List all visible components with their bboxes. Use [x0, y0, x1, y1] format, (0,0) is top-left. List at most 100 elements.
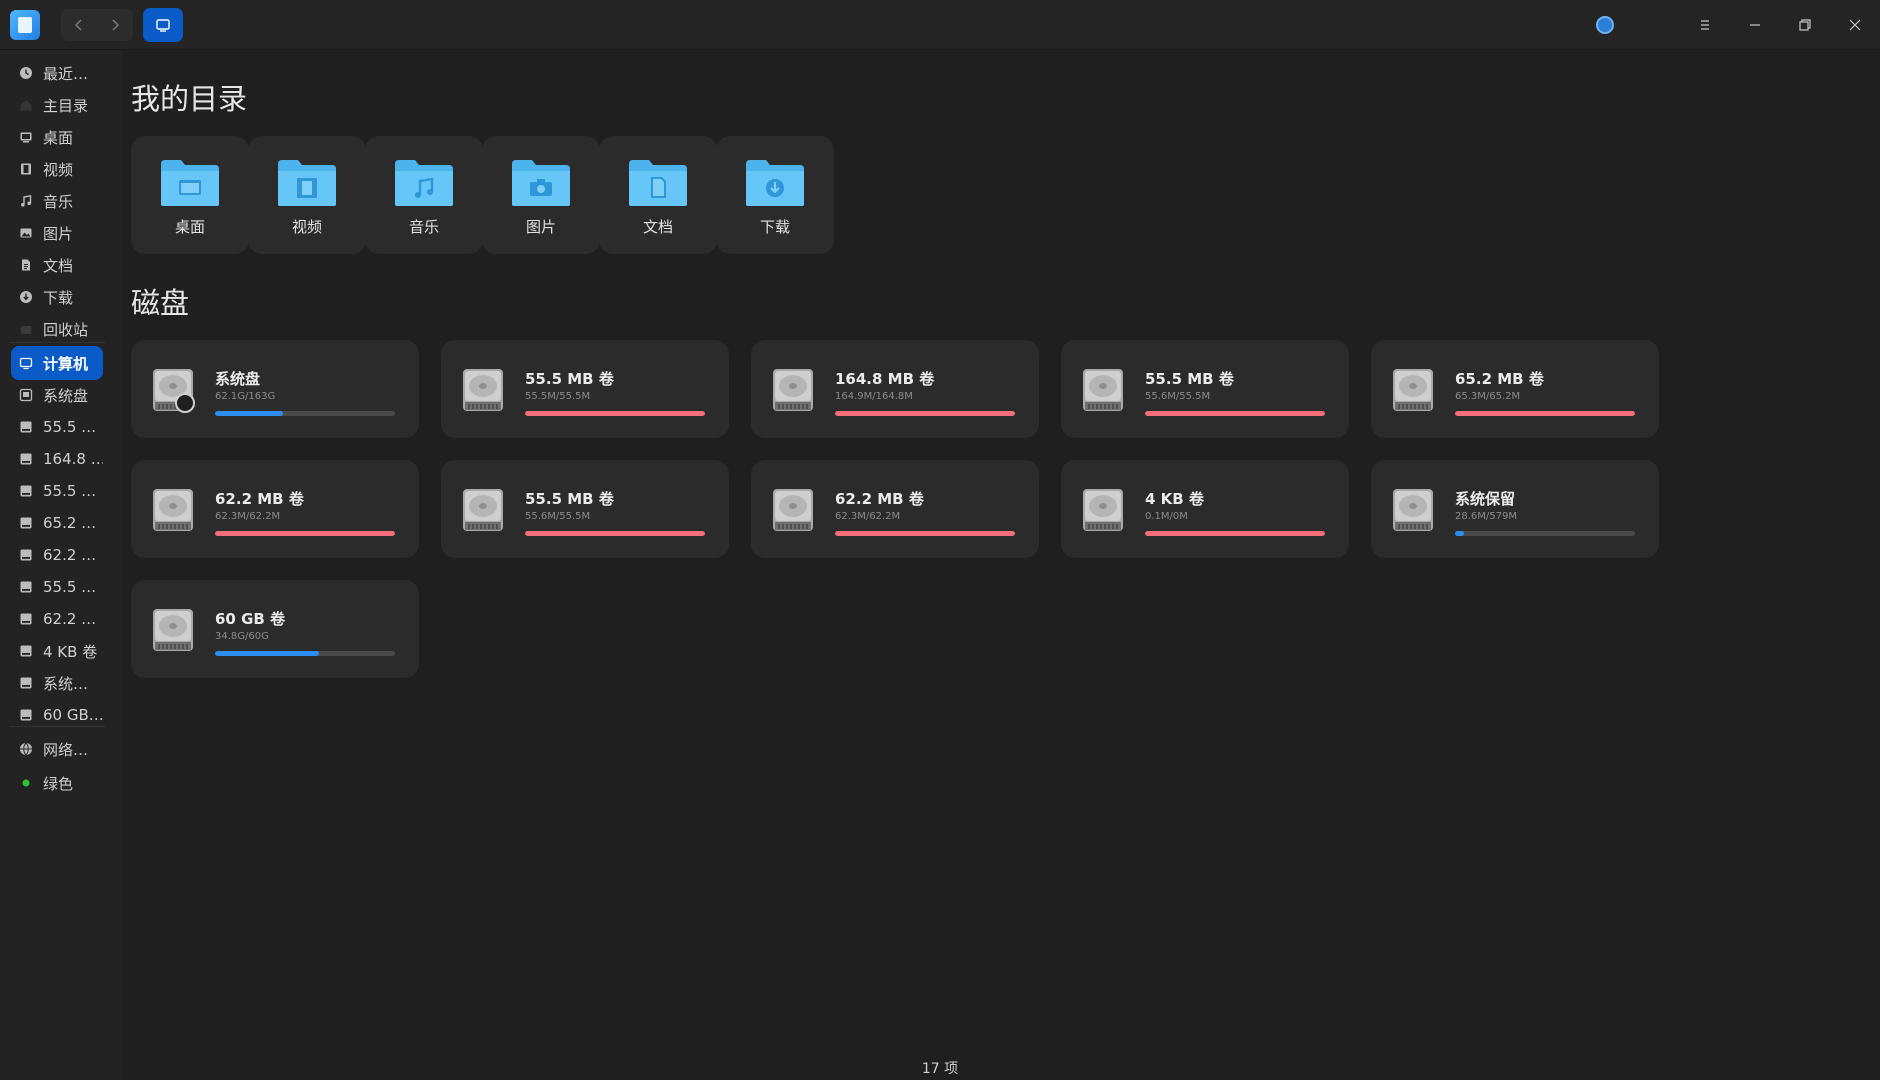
sidebar-item-22[interactable]: 绿色 — [11, 766, 103, 800]
disk-card-10[interactable]: 60 GB 卷 34.8G/60G — [131, 580, 419, 678]
sidebar-item-15[interactable]: 62.2 … — [11, 538, 103, 572]
back-button[interactable] — [61, 9, 97, 41]
disk-name: 60 GB 卷 — [215, 610, 286, 628]
window-controls — [1680, 0, 1880, 50]
hard-disk-icon — [461, 367, 505, 413]
sidebar-item-label: 4 KB 卷 — [43, 642, 98, 661]
trash-icon — [19, 322, 33, 336]
sidebar-item-11[interactable]: 55.5 … — [11, 410, 103, 444]
restore-icon — [1799, 19, 1811, 31]
menu-button[interactable] — [1680, 0, 1730, 50]
disk-card-6[interactable]: 55.5 MB 卷 55.6M/55.5M — [441, 460, 729, 558]
sidebar-item-3[interactable]: 视频 — [11, 152, 103, 186]
minimize-button[interactable] — [1730, 0, 1780, 50]
system-disk-icon — [19, 388, 33, 402]
disk-card-9[interactable]: 系统保留 28.6M/579M — [1371, 460, 1659, 558]
directory-tile-2[interactable]: 音乐 — [365, 136, 483, 254]
disk-usage: 55.6M/55.5M — [1145, 391, 1211, 402]
sidebar-item-label: 55.5 … — [43, 418, 97, 436]
directory-tile-3[interactable]: 图片 — [482, 136, 600, 254]
sidebar-item-label: 绿色 — [43, 774, 74, 793]
computer-icon — [19, 356, 33, 370]
sidebar-item-5[interactable]: 图片 — [11, 216, 103, 250]
disk-card-7[interactable]: 62.2 MB 卷 62.3M/62.2M — [751, 460, 1039, 558]
desktop-folder-icon — [159, 158, 221, 208]
sidebar-item-19[interactable]: 系统… — [11, 666, 103, 700]
disk-icon — [19, 516, 33, 530]
minimize-icon — [1750, 24, 1760, 26]
hard-disk-icon — [151, 487, 195, 533]
disk-card-8[interactable]: 4 KB 卷 0.1M/0M — [1061, 460, 1349, 558]
close-button[interactable] — [1830, 0, 1880, 50]
disk-card-5[interactable]: 62.2 MB 卷 62.3M/62.2M — [131, 460, 419, 558]
sidebar-item-4[interactable]: 音乐 — [11, 184, 103, 218]
forward-button[interactable] — [97, 9, 133, 41]
sidebar-separator — [10, 726, 106, 727]
directory-label: 桌面 — [174, 218, 205, 236]
computer-view-button[interactable] — [143, 8, 183, 42]
disk-usage: 34.8G/60G — [215, 631, 269, 642]
status-icon[interactable] — [1596, 16, 1614, 34]
sidebar-item-18[interactable]: 4 KB 卷 — [11, 634, 103, 668]
disk-usage-fill — [215, 651, 320, 656]
navigation-group — [61, 9, 133, 41]
disk-usage: 164.9M/164.8M — [835, 391, 913, 402]
disk-name: 4 KB 卷 — [1145, 490, 1204, 508]
disk-usage: 0.1M/0M — [1145, 511, 1188, 522]
sidebar-item-1[interactable]: 主目录 — [11, 88, 103, 122]
disk-icon — [19, 548, 33, 562]
sidebar-item-label: 主目录 — [43, 96, 89, 115]
disk-usage-bar — [215, 651, 395, 656]
disk-card-0[interactable]: 系统盘 62.1G/163G — [131, 340, 419, 438]
directory-label: 图片 — [525, 218, 556, 236]
disk-card-1[interactable]: 55.5 MB 卷 55.5M/55.5M — [441, 340, 729, 438]
disk-usage-fill — [1455, 411, 1635, 416]
disk-usage: 55.6M/55.5M — [525, 511, 591, 522]
disk-name: 系统保留 — [1455, 490, 1516, 508]
directory-tile-5[interactable]: 下载 — [716, 136, 834, 254]
sidebar-item-10[interactable]: 系统盘 — [11, 378, 103, 412]
disk-usage: 65.3M/65.2M — [1455, 391, 1521, 402]
disk-usage-fill — [1145, 531, 1325, 536]
disk-usage: 28.6M/579M — [1455, 511, 1517, 522]
main-content: 我的目录 桌面 视频 音乐 图片 文档 下载 磁盘 系统盘 62.1G/163G 55.5 M… — [122, 50, 1880, 1080]
directory-tile-4[interactable]: 文档 — [599, 136, 717, 254]
sidebar-item-label: 计算机 — [43, 354, 89, 373]
title-bar — [0, 0, 1880, 50]
sidebar-item-8[interactable]: 回收站 — [11, 312, 103, 346]
sidebar-item-label: 60 GB… — [43, 706, 103, 724]
sidebar-item-2[interactable]: 桌面 — [11, 120, 103, 154]
sidebar-separator — [10, 342, 106, 343]
film-icon — [19, 162, 33, 176]
directory-label: 音乐 — [408, 218, 439, 236]
sidebar-item-label: 系统盘 — [43, 386, 89, 405]
hard-disk-icon — [461, 487, 505, 533]
sidebar-item-14[interactable]: 65.2 … — [11, 506, 103, 540]
home-icon — [19, 98, 33, 112]
disk-card-3[interactable]: 55.5 MB 卷 55.6M/55.5M — [1061, 340, 1349, 438]
green-tag-icon — [19, 776, 33, 790]
close-icon — [1849, 19, 1861, 31]
sidebar-item-9[interactable]: 计算机 — [11, 346, 103, 380]
sidebar-item-0[interactable]: 最近… — [11, 56, 103, 90]
sidebar-item-6[interactable]: 文档 — [11, 248, 103, 282]
disk-card-2[interactable]: 164.8 MB 卷 164.9M/164.8M — [751, 340, 1039, 438]
directory-tile-1[interactable]: 视频 — [248, 136, 366, 254]
disk-icon — [19, 644, 33, 658]
directory-tile-0[interactable]: 桌面 — [131, 136, 249, 254]
restore-button[interactable] — [1780, 0, 1830, 50]
sidebar-item-13[interactable]: 55.5 … — [11, 474, 103, 508]
sidebar-item-12[interactable]: 164.8 … — [11, 442, 103, 476]
sidebar-item-7[interactable]: 下载 — [11, 280, 103, 314]
sidebar-item-16[interactable]: 55.5 … — [11, 570, 103, 604]
hard-disk-icon — [1391, 487, 1435, 533]
sidebar-item-17[interactable]: 62.2 … — [11, 602, 103, 636]
sidebar-item-21[interactable]: 网络… — [11, 732, 103, 766]
disk-card-4[interactable]: 65.2 MB 卷 65.3M/65.2M — [1371, 340, 1659, 438]
disk-usage-bar — [215, 531, 395, 536]
disk-usage-bar — [215, 411, 395, 416]
disk-usage-fill — [215, 411, 284, 416]
sidebar-item-label: 55.5 … — [43, 482, 97, 500]
app-logo[interactable] — [10, 10, 40, 40]
downloads-folder-icon — [744, 158, 806, 208]
